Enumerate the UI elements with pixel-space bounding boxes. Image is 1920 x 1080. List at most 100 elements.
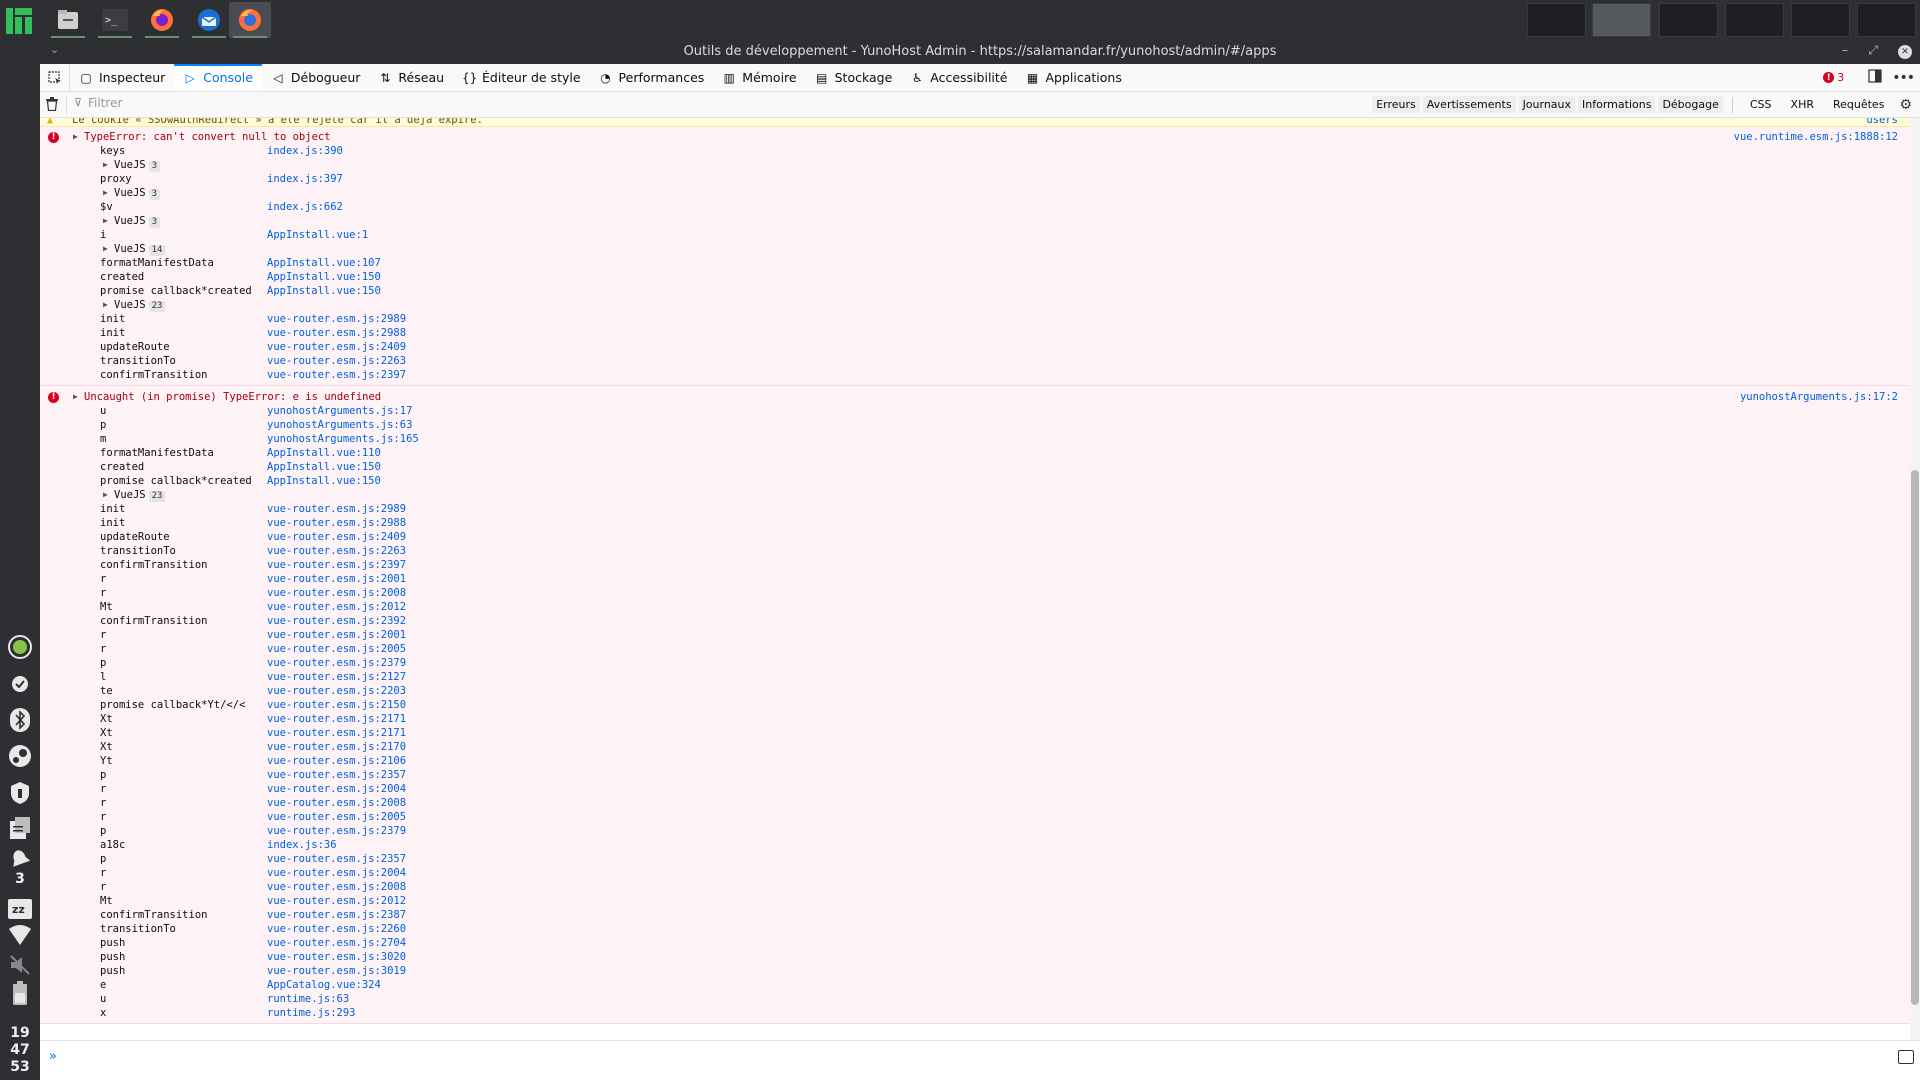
tab-inspector[interactable]: ▢ Inspecteur: [70, 64, 174, 91]
tab-network[interactable]: ⇅ Réseau: [369, 64, 453, 91]
frame-source-link[interactable]: vue-router.esm.js:2409: [267, 340, 406, 354]
frame-source-link[interactable]: vue-router.esm.js:2397: [267, 368, 406, 382]
wifi-icon[interactable]: [8, 923, 32, 947]
frame-source-link[interactable]: vue-router.esm.js:2989: [267, 312, 406, 326]
frame-source-link[interactable]: vue-router.esm.js:2387: [267, 908, 406, 922]
frame-source-link[interactable]: yunohostArguments.js:17: [267, 404, 412, 418]
dock-side-icon[interactable]: [1868, 69, 1882, 86]
console-settings-gear-icon[interactable]: ⚙: [1899, 97, 1912, 113]
frame-source-link[interactable]: vue-router.esm.js:2397: [267, 558, 406, 572]
expand-triangle-icon[interactable]: ▶: [103, 298, 108, 312]
frame-source-link[interactable]: vue-router.esm.js:3019: [267, 964, 406, 978]
frame-source-link[interactable]: vue-router.esm.js:2001: [267, 628, 406, 642]
tab-applications[interactable]: ▦ Applications: [1017, 64, 1131, 91]
frame-source-link[interactable]: AppInstall.vue:150: [267, 474, 381, 488]
frame-source-link[interactable]: runtime.js:293: [267, 1006, 356, 1020]
frame-source-link[interactable]: vue-router.esm.js:3020: [267, 950, 406, 964]
frame-source-link[interactable]: AppCatalog.vue:324: [267, 978, 381, 992]
notifications-icon[interactable]: [8, 847, 32, 871]
workspace-6[interactable]: [1857, 3, 1916, 37]
tab-storage[interactable]: ▤ Stockage: [806, 64, 902, 91]
thunderbird-icon[interactable]: [188, 2, 230, 38]
tab-accessibility[interactable]: ♿ Accessibilité: [901, 64, 1016, 91]
frame-source-link[interactable]: AppInstall.vue:150: [267, 270, 381, 284]
warning-source-link[interactable]: users: [1866, 118, 1898, 126]
filter-level-button[interactable]: Journaux: [1518, 96, 1576, 113]
tab-debugger[interactable]: ◁ Débogueur: [262, 64, 370, 91]
window-titlebar[interactable]: ⌄ Outils de développement - YunoHost Adm…: [40, 41, 1920, 64]
frame-source-link[interactable]: index.js:390: [267, 144, 343, 158]
frame-source-link[interactable]: vue-router.esm.js:2392: [267, 614, 406, 628]
update-icon[interactable]: [8, 635, 32, 659]
frame-source-link[interactable]: runtime.js:63: [267, 992, 349, 1006]
frame-source-link[interactable]: vue-router.esm.js:2008: [267, 880, 406, 894]
firefox-icon[interactable]: [141, 2, 183, 38]
tab-memory[interactable]: ▥ Mémoire: [713, 64, 805, 91]
frame-source-link[interactable]: AppInstall.vue:110: [267, 446, 381, 460]
scrollbar-thumb[interactable]: [1911, 470, 1919, 1005]
check-icon[interactable]: [8, 672, 32, 696]
terminal-icon[interactable]: >_: [94, 2, 136, 38]
frame-source-link[interactable]: vue-router.esm.js:2260: [267, 922, 406, 936]
expand-triangle-icon[interactable]: ▶: [103, 158, 108, 172]
frame-source-link[interactable]: vue-router.esm.js:2988: [267, 516, 406, 530]
frame-source-link[interactable]: vue-router.esm.js:2012: [267, 894, 406, 908]
maximize-button[interactable]: ⤢: [1868, 43, 1878, 58]
frame-source-link[interactable]: vue-router.esm.js:2004: [267, 782, 406, 796]
frame-source-link[interactable]: vue-router.esm.js:2005: [267, 642, 406, 656]
expand-triangle-icon[interactable]: ▶: [73, 130, 78, 144]
stack-frame-group[interactable]: ▶ VueJS 3: [40, 214, 1910, 228]
frame-source-link[interactable]: vue-router.esm.js:2379: [267, 656, 406, 670]
tab-performance[interactable]: ◔ Performances: [590, 64, 714, 91]
stack-frame-group[interactable]: ▶ VueJS 23: [40, 298, 1910, 312]
tab-style-editor[interactable]: {} Éditeur de style: [453, 64, 590, 91]
frame-source-link[interactable]: vue-router.esm.js:2127: [267, 670, 406, 684]
frame-source-link[interactable]: vue-router.esm.js:2263: [267, 544, 406, 558]
expand-triangle-icon[interactable]: ▶: [103, 488, 108, 502]
firefox-dev-icon[interactable]: [229, 2, 271, 38]
frame-source-link[interactable]: vue-router.esm.js:2203: [267, 684, 406, 698]
frame-source-link[interactable]: vue-router.esm.js:2171: [267, 712, 406, 726]
error-source-link[interactable]: yunohostArguments.js:17:2: [1740, 390, 1898, 404]
filter-input[interactable]: Filtrer: [72, 96, 672, 114]
files-icon[interactable]: [47, 2, 89, 38]
expand-triangle-icon[interactable]: ▶: [73, 390, 78, 404]
tab-console[interactable]: ▷ Console: [174, 64, 262, 91]
filter-extra-button[interactable]: CSS: [1746, 96, 1776, 113]
frame-source-link[interactable]: vue-router.esm.js:2357: [267, 768, 406, 782]
frame-source-link[interactable]: AppInstall.vue:1: [267, 228, 368, 242]
frame-source-link[interactable]: yunohostArguments.js:165: [267, 432, 419, 446]
error-count-badge[interactable]: ! 3: [1823, 71, 1844, 84]
frame-source-link[interactable]: vue-router.esm.js:2409: [267, 530, 406, 544]
frame-source-link[interactable]: index.js:662: [267, 200, 343, 214]
workspace-2[interactable]: [1592, 3, 1651, 37]
manjaro-logo-icon[interactable]: [6, 8, 32, 34]
console-input[interactable]: »: [40, 1040, 1920, 1080]
error-source-link[interactable]: vue.runtime.esm.js:1888:12: [1734, 130, 1898, 144]
filter-level-button[interactable]: Avertissements: [1422, 96, 1516, 113]
steam-icon[interactable]: [8, 744, 32, 768]
sidebar-toggle-icon[interactable]: [1898, 1050, 1914, 1064]
frame-source-link[interactable]: vue-router.esm.js:2704: [267, 936, 406, 950]
filter-level-button[interactable]: Informations: [1578, 96, 1656, 113]
filter-level-button[interactable]: Erreurs: [1372, 96, 1420, 113]
stack-frame-group[interactable]: ▶ VueJS 3: [40, 158, 1910, 172]
frame-source-link[interactable]: vue-router.esm.js:2001: [267, 572, 406, 586]
frame-source-link[interactable]: vue-router.esm.js:2171: [267, 726, 406, 740]
error-header[interactable]: ! ▶ TypeError: can't convert null to objec…: [40, 130, 1910, 144]
frame-source-link[interactable]: vue-router.esm.js:2988: [267, 326, 406, 340]
frame-source-link[interactable]: AppInstall.vue:150: [267, 460, 381, 474]
stack-frame-group[interactable]: ▶ VueJS 14: [40, 242, 1910, 256]
frame-source-link[interactable]: yunohostArguments.js:63: [267, 418, 412, 432]
frame-source-link[interactable]: AppInstall.vue:107: [267, 256, 381, 270]
frame-source-link[interactable]: vue-router.esm.js:2379: [267, 824, 406, 838]
frame-source-link[interactable]: vue-router.esm.js:2008: [267, 586, 406, 600]
error-header[interactable]: ! ▶ Uncaught (in promise) TypeError: e is …: [40, 390, 1910, 404]
frame-source-link[interactable]: vue-router.esm.js:2008: [267, 796, 406, 810]
expand-triangle-icon[interactable]: ▶: [103, 214, 108, 228]
console-scrollbar[interactable]: [1910, 118, 1920, 1040]
workspace-5[interactable]: [1791, 3, 1850, 37]
filter-extra-button[interactable]: XHR: [1787, 96, 1818, 113]
frame-source-link[interactable]: vue-router.esm.js:2106: [267, 754, 406, 768]
frame-source-link[interactable]: vue-router.esm.js:2012: [267, 600, 406, 614]
